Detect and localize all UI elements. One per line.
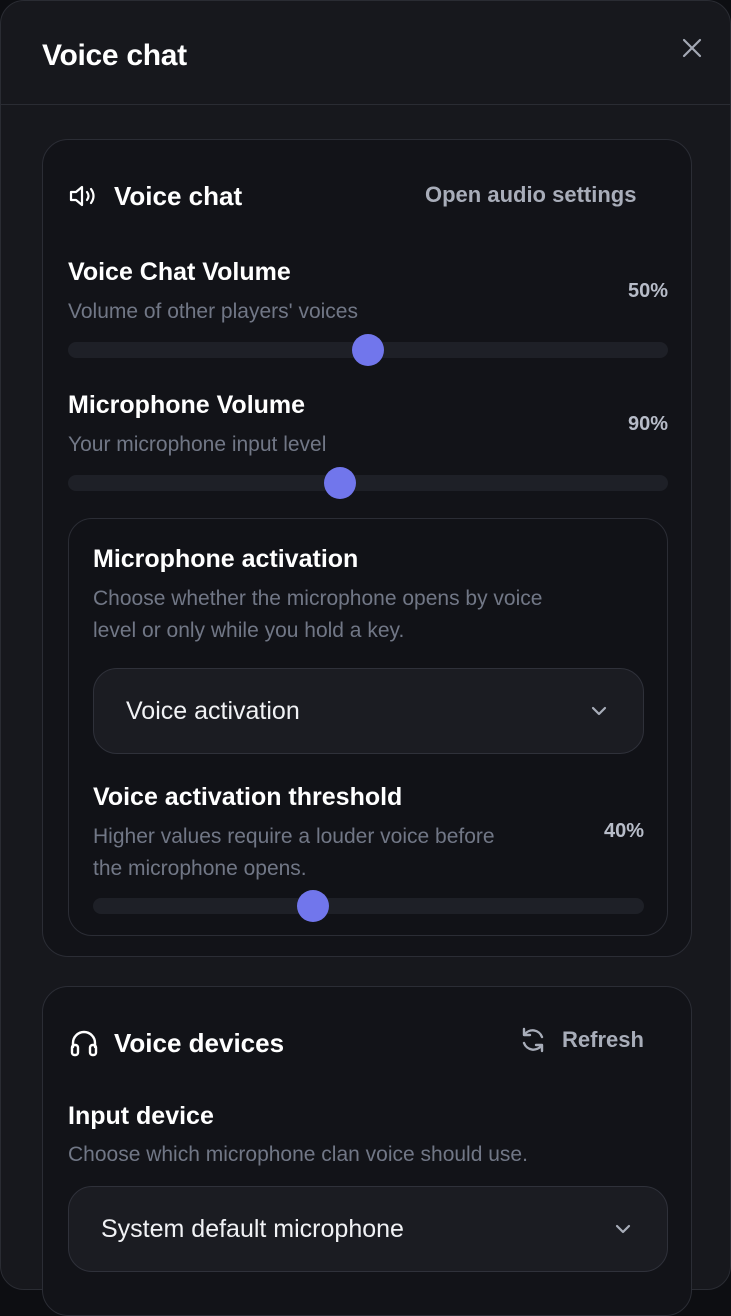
voice-activation-threshold-value: 40%: [603, 820, 644, 842]
voice-chat-card: Voice chat Open audio settings Voice Cha…: [42, 139, 692, 957]
microphone-activation-description-line1: Choose whether the microphone opens by v…: [93, 587, 543, 610]
input-device-selected: System default microphone: [101, 1214, 404, 1243]
microphone-volume-title: Microphone Volume: [68, 391, 306, 419]
voice-chat-heading: Voice chat: [114, 180, 243, 211]
voice-chat-volume-value: 50%: [627, 280, 668, 302]
voice-activation-threshold-description-line2: the microphone opens.: [93, 857, 307, 880]
speaker-icon: [68, 180, 100, 212]
dialog-header: Voice chat: [1, 1, 731, 105]
input-device-select[interactable]: System default microphone: [68, 1186, 668, 1272]
microphone-activation-select[interactable]: Voice activation: [93, 668, 644, 754]
voice-activation-threshold-slider[interactable]: [93, 890, 644, 922]
headphones-icon: [68, 1027, 100, 1059]
input-device-title: Input device: [68, 1102, 214, 1130]
close-icon: [682, 38, 702, 58]
microphone-volume-description: Your microphone input level: [68, 433, 327, 456]
microphone-volume-value: 90%: [627, 413, 668, 435]
open-audio-settings-link[interactable]: Open audio settings: [425, 182, 636, 208]
slider-thumb[interactable]: [324, 467, 357, 499]
refresh-label: Refresh: [562, 1027, 644, 1052]
input-device-description: Choose which microphone clan voice shoul…: [68, 1143, 528, 1166]
close-button[interactable]: [677, 33, 707, 63]
refresh-button[interactable]: Refresh: [518, 1025, 644, 1055]
voice-devices-card: Voice devices Refresh Input device Choos…: [42, 986, 692, 1316]
voice-chat-dialog: Voice chat Voice chat Open audio setting…: [0, 0, 731, 1316]
dialog-title: Voice chat: [42, 39, 187, 72]
slider-thumb[interactable]: [352, 334, 384, 366]
chevron-down-icon: [615, 1224, 631, 1234]
voice-chat-volume-slider[interactable]: [68, 334, 668, 366]
microphone-activation-selected: Voice activation: [126, 696, 300, 725]
microphone-activation-description-line2: level or only while you hold a key.: [93, 619, 405, 642]
voice-chat-volume-description: Volume of other players' voices: [68, 300, 358, 323]
refresh-icon: [522, 1027, 544, 1053]
microphone-activation-card: Microphone activation Choose whether the…: [68, 518, 668, 936]
microphone-activation-title: Microphone activation: [93, 545, 359, 573]
voice-chat-card-heading: Voice chat: [68, 176, 242, 216]
voice-activation-threshold-title: Voice activation threshold: [93, 783, 403, 811]
slider-thumb[interactable]: [297, 890, 330, 922]
voice-activation-threshold-description-line1: Higher values require a louder voice bef…: [93, 825, 495, 848]
microphone-volume-slider[interactable]: [68, 467, 668, 499]
voice-devices-card-heading: Voice devices: [68, 1023, 284, 1063]
voice-devices-heading: Voice devices: [114, 1027, 285, 1058]
voice-chat-volume-title: Voice Chat Volume: [68, 258, 291, 286]
chevron-down-icon: [591, 706, 607, 716]
